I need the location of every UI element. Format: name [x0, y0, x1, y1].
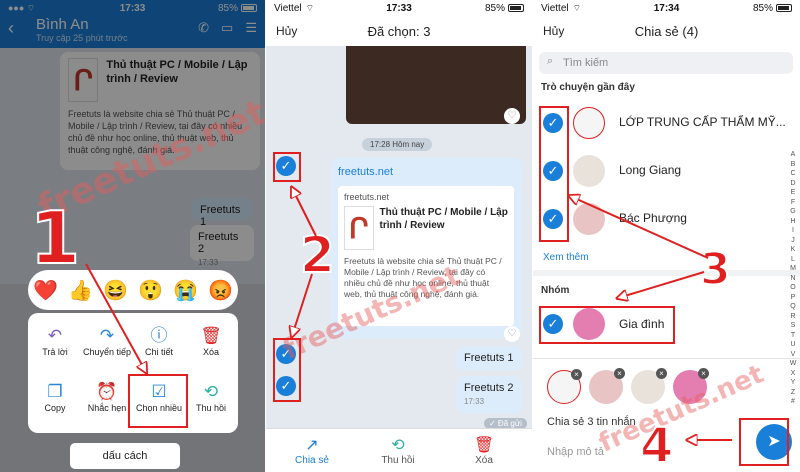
battery-icon	[776, 4, 792, 12]
contact-name[interactable]: Bác Phượng	[619, 211, 687, 225]
menu-item-label: Chuyển tiếp	[82, 347, 132, 357]
highlight-box	[273, 152, 301, 182]
highlight-box	[128, 374, 188, 428]
reaction-emoji[interactable]: 😲	[138, 278, 163, 303]
see-more-link[interactable]: Xem thêm	[543, 252, 589, 263]
copy-icon: ❐	[47, 382, 63, 401]
contact-name[interactable]: Long Giang	[619, 163, 681, 177]
trash-icon: 🗑	[200, 326, 222, 345]
avatar	[573, 107, 605, 139]
menu-item-trash[interactable]: 🗑 Xóa	[185, 325, 237, 357]
alarm-icon: ⏰	[96, 382, 118, 401]
heart-icon[interactable]: ♡	[504, 326, 520, 342]
message-text: Freetuts 2	[464, 382, 514, 394]
group-section-label: Nhóm	[541, 285, 570, 296]
menu-item-reply[interactable]: ↶ Trả lời	[29, 325, 81, 357]
divider	[533, 270, 800, 276]
menu-item-label: Thu hồi	[195, 403, 227, 413]
share-header: Hủy Chia sẻ (4)	[533, 16, 800, 46]
delete-label: Xóa	[475, 455, 493, 466]
selected-avatar[interactable]: ×	[631, 368, 667, 404]
panel-share: Viettel ⌔ 17:34 85% Hủy Chia sẻ (4) Tìm k…	[533, 0, 800, 472]
menu-item-forward[interactable]: ↷ Chuyển tiếp	[81, 325, 133, 357]
description-input[interactable]: Nhập mô tả	[547, 446, 604, 458]
highlight-box	[273, 338, 301, 402]
remove-icon[interactable]: ×	[614, 368, 625, 379]
status-time: 17:33	[386, 2, 412, 14]
message-bubble[interactable]: Freetuts 2 17:33	[456, 376, 522, 414]
share-icon: ↗	[305, 437, 319, 454]
trash-icon: 🗑	[473, 437, 495, 454]
reaction-emoji[interactable]: 😡	[208, 278, 233, 303]
link-url[interactable]: freetuts.net	[338, 166, 514, 178]
undo-icon: ⟲	[203, 382, 219, 401]
search-input[interactable]: Tìm kiếm	[539, 52, 793, 74]
link-domain: freetuts.net	[344, 192, 390, 202]
message-text: Freetuts 1	[464, 352, 514, 364]
share-title: Chia sẻ (4)	[634, 23, 699, 39]
delete-button[interactable]: 🗑 Xóa	[454, 435, 514, 466]
recent-section-label: Trò chuyện gần đây	[541, 82, 635, 93]
site-logo: Ր	[344, 206, 374, 250]
heart-icon[interactable]: ♡	[504, 108, 520, 124]
battery-icon	[508, 4, 524, 12]
status-bar: Viettel ⌔ 17:34 85%	[533, 0, 800, 16]
forward-icon: ↷	[99, 326, 115, 345]
recall-label: Thu hồi	[381, 455, 415, 466]
message-bubble[interactable]: Freetuts 1	[456, 346, 522, 370]
status-time: 17:34	[653, 2, 680, 14]
menu-item-copy[interactable]: ❐ Copy	[29, 381, 81, 413]
keyboard-space-key[interactable]: dấu cách	[70, 443, 180, 469]
message-time: 17:33	[464, 397, 485, 406]
menu-item-label: Copy	[44, 403, 66, 413]
action-bar: ↗ Chia sẻ ⟲ Thu hồi 🗑 Xóa	[266, 428, 532, 472]
recall-button[interactable]: ⟲ Thu hồi	[368, 435, 428, 466]
reply-icon: ↶	[47, 326, 63, 345]
menu-item-label: Xóa	[202, 347, 219, 357]
selection-header: Hủy Đã chọn: 3	[266, 16, 532, 46]
step-number: 3	[699, 243, 732, 296]
divider	[533, 358, 800, 359]
reaction-emoji[interactable]: 😆	[103, 278, 128, 303]
share-button[interactable]: ↗ Chia sẻ	[282, 435, 342, 466]
menu-item-label: Trả lời	[42, 347, 68, 357]
step-number: 1	[29, 195, 81, 281]
highlight-box	[739, 418, 789, 466]
search-icon: ⌕	[547, 55, 554, 67]
recall-icon: ⟲	[391, 437, 405, 454]
reaction-emoji[interactable]: 😭	[173, 278, 198, 303]
step-number: 4	[639, 417, 674, 472]
menu-item-info[interactable]: ⓘ Chi tiết	[133, 325, 185, 357]
share-label: Chia sẻ	[295, 455, 329, 466]
image-message[interactable]	[346, 46, 526, 124]
link-title: Thủ thuật PC / Mobile / Lập trình / Revi…	[379, 207, 508, 231]
remove-icon[interactable]: ×	[698, 368, 709, 379]
remove-icon[interactable]: ×	[656, 368, 667, 379]
highlight-box	[539, 306, 675, 344]
selected-count: Đã chọn: 3	[367, 23, 431, 39]
contact-name[interactable]: LỚP TRUNG CẤP THẨM MỸ...	[619, 115, 786, 129]
time-divider: 17:28 Hôm nay	[362, 138, 433, 151]
alphabet-index[interactable]: A B C D E F G H I J K L M N O P Q R S T …	[789, 150, 797, 407]
selected-avatar[interactable]: ×	[547, 369, 582, 404]
avatar	[573, 155, 605, 187]
info-icon: ⓘ	[150, 326, 168, 345]
reaction-emoji[interactable]: ❤️	[33, 278, 58, 303]
menu-item-label: Nhắc hẹn	[87, 403, 127, 413]
status-bar: Viettel ⌔ 17:33 85%	[266, 0, 532, 16]
step-number: 2	[299, 225, 336, 285]
avatar	[573, 203, 605, 235]
reaction-emoji[interactable]: 👍	[68, 278, 93, 303]
menu-item-alarm[interactable]: ⏰ Nhắc hẹn	[81, 381, 133, 413]
highlight-box	[539, 106, 569, 242]
selected-avatar[interactable]: ×	[589, 368, 625, 404]
remove-icon[interactable]: ×	[571, 369, 582, 380]
menu-item-undo[interactable]: ⟲ Thu hồi	[185, 381, 237, 413]
menu-item-label: Chi tiết	[144, 347, 173, 357]
